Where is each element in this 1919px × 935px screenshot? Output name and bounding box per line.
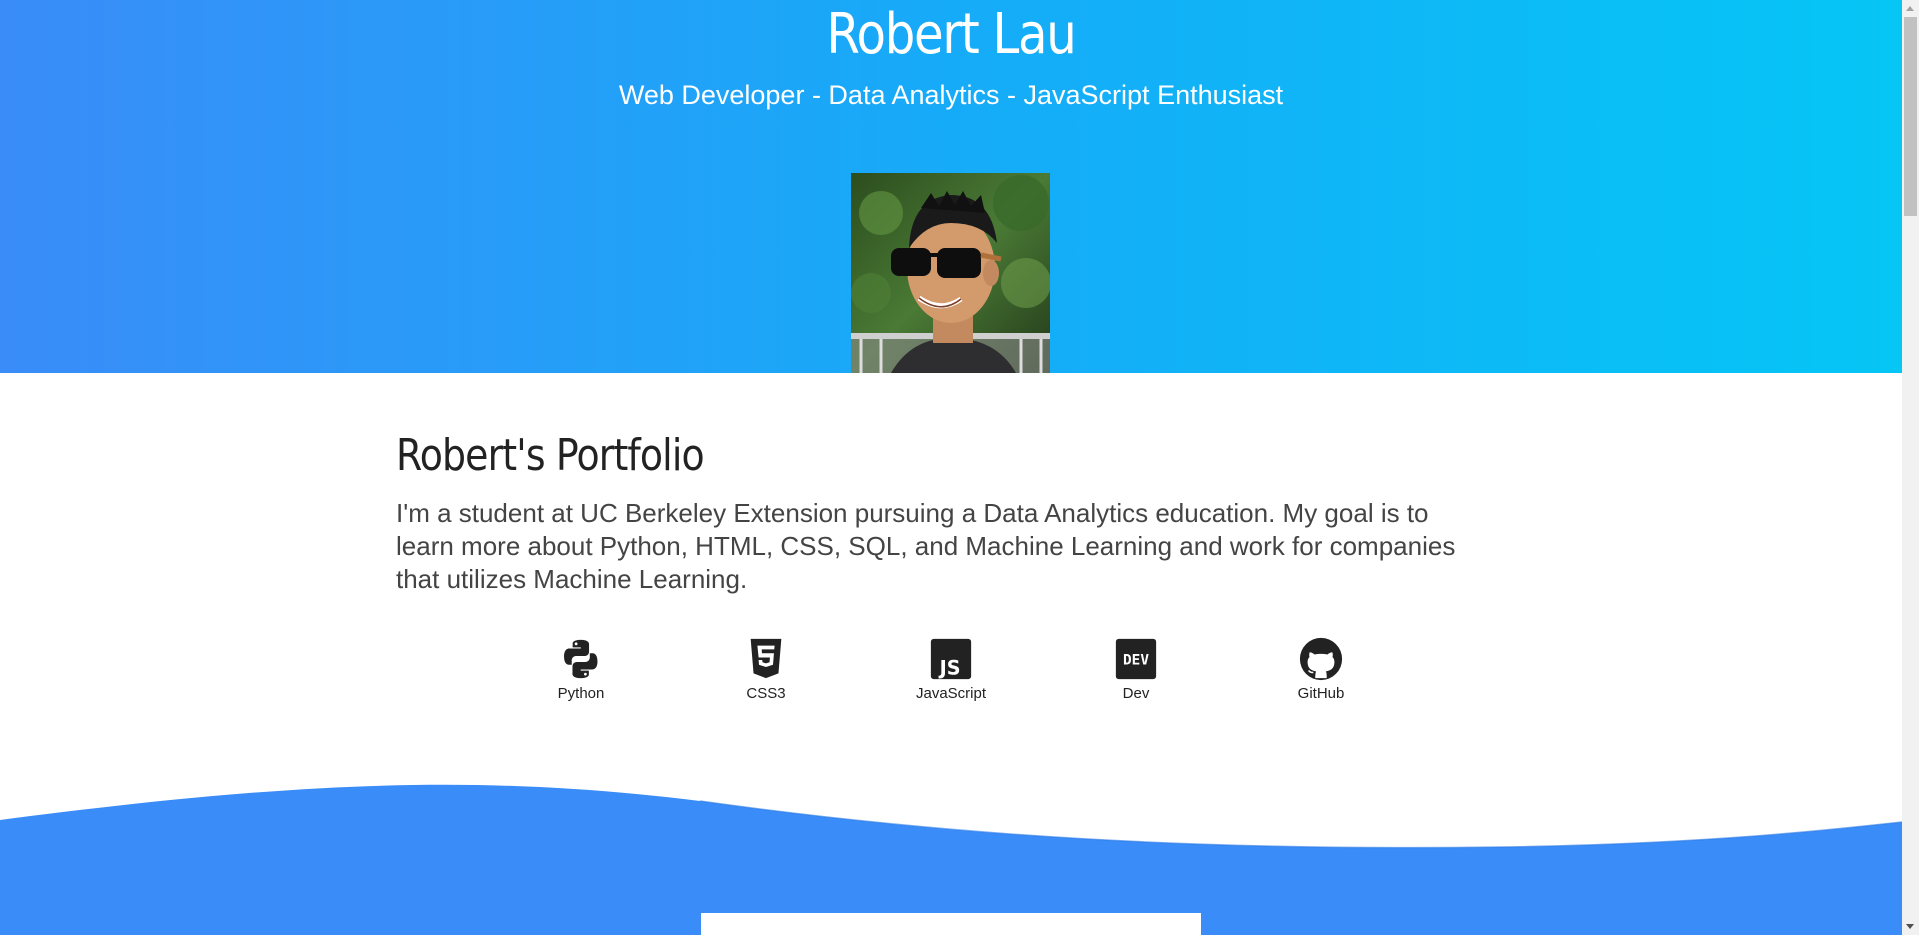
github-icon <box>1299 637 1343 681</box>
skill-label-dev: Dev <box>1122 685 1150 702</box>
dev-icon: DEV <box>1115 638 1157 680</box>
skill-label-javascript: JavaScript <box>915 685 987 702</box>
hero-header: Robert Lau Web Developer - Data Analytic… <box>0 0 1902 373</box>
vertical-scrollbar[interactable] <box>1902 0 1919 935</box>
skill-label-python: Python <box>557 685 605 702</box>
page-viewport: Robert Lau Web Developer - Data Analytic… <box>0 0 1902 935</box>
skill-css3[interactable]: CSS3 <box>701 636 831 702</box>
scroll-thumb[interactable] <box>1904 17 1917 216</box>
hero-tagline: Web Developer - Data Analytics - JavaScr… <box>618 80 1284 110</box>
skill-github[interactable]: GitHub <box>1256 636 1386 702</box>
css3-icon <box>750 638 782 679</box>
skill-dev[interactable]: DEV Dev <box>1071 636 1201 702</box>
profile-photo-image <box>851 173 1050 373</box>
content-card <box>701 913 1201 935</box>
skill-python[interactable]: Python <box>516 636 646 702</box>
skill-label-css3: CSS3 <box>746 685 786 702</box>
wave-divider <box>0 784 1902 935</box>
svg-text:JS: JS <box>938 656 961 679</box>
skill-javascript[interactable]: JS JavaScript <box>886 636 1016 702</box>
about-description: I'm a student at UC Berkeley Extension p… <box>396 498 1456 594</box>
scroll-up-arrow-icon[interactable] <box>1906 6 1914 11</box>
skill-label-github: GitHub <box>1297 685 1345 702</box>
svg-text:DEV: DEV <box>1123 653 1149 669</box>
scroll-down-arrow-icon[interactable] <box>1906 924 1914 929</box>
python-icon <box>564 639 598 679</box>
portfolio-heading: Robert's Portfolio <box>396 430 705 481</box>
profile-photo <box>851 173 1050 373</box>
javascript-icon: JS <box>930 638 972 679</box>
hero-name: Robert Lau <box>826 2 1077 67</box>
